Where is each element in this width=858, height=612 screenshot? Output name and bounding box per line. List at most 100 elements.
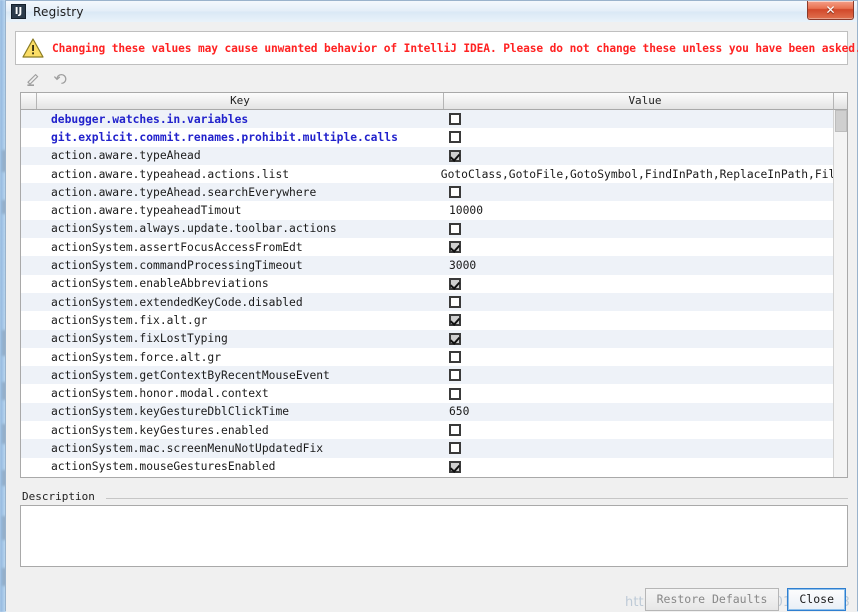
registry-key-cell: actionSystem.mouseGesturesEnabled <box>51 460 276 474</box>
registry-value-cell[interactable] <box>444 238 847 256</box>
table-row[interactable]: debugger.watches.in.variables <box>21 110 847 129</box>
checkbox-checked-icon[interactable] <box>449 314 461 327</box>
checkbox-checked-icon[interactable] <box>449 460 461 473</box>
description-textarea[interactable] <box>20 505 848 567</box>
table-row[interactable]: actionSystem.fixLostTyping <box>21 329 847 348</box>
registry-value-cell[interactable] <box>444 384 847 402</box>
registry-value-cell[interactable] <box>444 275 847 293</box>
checkbox-unchecked-icon[interactable] <box>449 296 461 309</box>
checkbox-checked-icon[interactable] <box>449 241 461 254</box>
description-group: Description <box>20 490 848 569</box>
table-row[interactable]: actionSystem.commandProcessingTimeout 300… <box>21 256 847 275</box>
table-row[interactable]: actionSystem.assertFocusAccessFromEdt <box>21 238 847 257</box>
table-row[interactable]: actionSystem.keyGestures.enabled <box>21 421 847 440</box>
column-header-key[interactable]: Key <box>37 93 444 109</box>
table-row[interactable]: action.aware.typeAhead.searchEverywhere <box>21 183 847 202</box>
registry-toolbar <box>24 68 857 90</box>
registry-value-cell[interactable] <box>444 330 847 348</box>
registry-value-cell[interactable]: 10000 <box>444 201 847 219</box>
warning-triangle-icon <box>22 38 44 58</box>
table-row[interactable]: action.aware.typeaheadTimout 10000 <box>21 201 847 220</box>
table-row[interactable]: actionSystem.mouseGesturesEnabled <box>21 457 847 476</box>
warning-text: Changing these values may cause unwanted… <box>52 41 858 55</box>
registry-value-cell[interactable] <box>444 421 847 439</box>
registry-value-cell[interactable] <box>444 183 847 201</box>
registry-key-cell: git.explicit.commit.renames.prohibit.mul… <box>51 130 398 144</box>
revert-arrow-icon[interactable] <box>52 71 69 88</box>
checkbox-checked-icon[interactable] <box>449 332 461 345</box>
dialog-titlebar: IJ Registry ✕ <box>6 1 857 22</box>
checkbox-unchecked-icon[interactable] <box>449 186 461 199</box>
checkbox-unchecked-icon[interactable] <box>449 131 461 144</box>
table-row[interactable]: actionSystem.keyGestureDblClickTime 650 <box>21 402 847 422</box>
registry-value-cell[interactable] <box>444 458 847 476</box>
registry-key-cell: actionSystem.force.alt.gr <box>51 350 222 364</box>
registry-value-cell[interactable] <box>444 311 847 329</box>
scrollbar-corner <box>833 93 847 110</box>
registry-key-cell: actionSystem.fix.alt.gr <box>51 313 208 327</box>
window-close-button[interactable]: ✕ <box>807 1 854 20</box>
registry-value-cell[interactable] <box>444 110 847 128</box>
table-row[interactable]: actionSystem.extendedKeyCode.disabled <box>21 292 847 312</box>
registry-value-cell[interactable] <box>444 220 847 238</box>
registry-value-cell[interactable] <box>444 439 847 457</box>
registry-key-cell: actionSystem.mac.screenMenuNotUpdatedFix <box>51 441 324 455</box>
table-row[interactable]: actionSystem.getContextByRecentMouseEven… <box>21 366 847 385</box>
checkbox-unchecked-icon[interactable] <box>449 424 461 437</box>
checkbox-unchecked-icon[interactable] <box>449 387 461 400</box>
table-row[interactable]: action.aware.typeAhead <box>21 146 847 165</box>
registry-table[interactable]: Key Value debugger.watches.in.variables g… <box>20 92 848 478</box>
checkbox-unchecked-icon[interactable] <box>449 222 461 235</box>
screenshot-root: IJ Registry ✕ Changing these values may … <box>0 0 858 612</box>
checkbox-unchecked-icon[interactable] <box>449 351 461 363</box>
intellij-idea-icon: IJ <box>11 4 26 19</box>
registry-value-cell[interactable] <box>444 293 847 311</box>
checkbox-unchecked-icon[interactable] <box>449 442 461 455</box>
table-row[interactable]: action.aware.typeahead.actions.list GotoC… <box>21 164 847 184</box>
registry-key-cell: action.aware.typeAhead.searchEverywhere <box>51 185 317 199</box>
registry-key-cell: action.aware.typeahead.actions.list <box>51 167 290 181</box>
close-button[interactable]: Close <box>787 588 846 611</box>
registry-value-cell[interactable] <box>444 366 847 384</box>
registry-key-cell: actionSystem.keyGestures.enabled <box>51 423 269 437</box>
registry-value-cell[interactable]: 3000 <box>444 256 847 274</box>
registry-key-cell: debugger.watches.in.variables <box>51 112 249 126</box>
restore-defaults-button[interactable]: Restore Defaults <box>644 588 780 611</box>
table-header-row: Key Value <box>21 93 847 110</box>
registry-value-cell[interactable] <box>444 147 847 165</box>
warning-banner: Changing these values may cause unwanted… <box>15 31 858 65</box>
table-header-corner <box>21 93 37 109</box>
registry-key-cell: actionSystem.enableAbbreviations <box>51 277 269 291</box>
table-row[interactable]: actionSystem.always.update.toolbar.actio… <box>21 219 847 239</box>
checkbox-checked-icon[interactable] <box>449 277 461 290</box>
description-label: Description <box>22 490 100 503</box>
table-row[interactable]: actionSystem.enableAbbreviations <box>21 274 847 293</box>
table-row[interactable]: actionSystem.force.alt.gr <box>21 347 847 367</box>
dialog-body: Changing these values may cause unwanted… <box>6 31 858 612</box>
column-header-value[interactable]: Value <box>444 93 847 109</box>
registry-value-cell[interactable]: 650 <box>444 403 847 421</box>
registry-value-cell[interactable] <box>444 348 847 366</box>
registry-key-cell: actionSystem.honor.modal.context <box>51 387 269 401</box>
table-row[interactable]: git.explicit.commit.renames.prohibit.mul… <box>21 128 847 147</box>
dialog-title: Registry <box>33 4 84 19</box>
dialog-footer: Restore Defaults Close <box>644 588 846 611</box>
table-body: debugger.watches.in.variables git.explici… <box>21 110 847 477</box>
description-divider <box>106 498 848 499</box>
checkbox-checked-icon[interactable] <box>449 149 461 162</box>
registry-key-cell: action.aware.typeaheadTimout <box>51 204 242 218</box>
edit-pencil-icon[interactable] <box>24 71 41 88</box>
table-row[interactable]: actionSystem.honor.modal.context <box>21 384 847 403</box>
scrollbar-thumb[interactable] <box>835 110 847 132</box>
table-vertical-scrollbar[interactable] <box>833 110 847 477</box>
registry-value-cell[interactable] <box>444 128 847 146</box>
table-row[interactable]: actionSystem.mac.screenMenuNotUpdatedFix <box>21 439 847 458</box>
registry-key-cell: actionSystem.extendedKeyCode.disabled <box>51 295 303 309</box>
checkbox-unchecked-icon[interactable] <box>449 369 461 382</box>
checkbox-unchecked-icon[interactable] <box>449 113 461 126</box>
table-row[interactable]: actionSystem.fix.alt.gr <box>21 311 847 330</box>
registry-key-cell: actionSystem.always.update.toolbar.actio… <box>51 222 337 236</box>
registry-value-cell[interactable]: GotoClass,GotoFile,GotoSymbol,FindInPath… <box>436 165 847 183</box>
registry-key-cell: action.aware.typeAhead <box>51 149 201 163</box>
registry-key-cell: actionSystem.assertFocusAccessFromEdt <box>51 240 303 254</box>
